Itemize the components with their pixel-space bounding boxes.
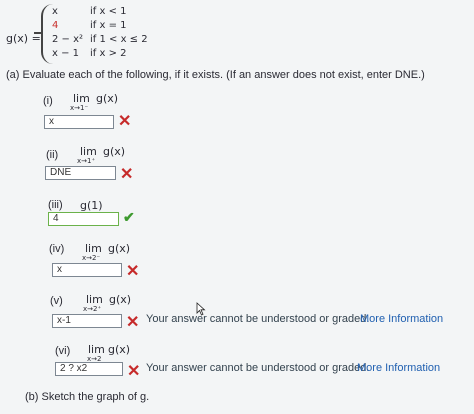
part-b-instruction: (b) Sketch the graph of g. <box>25 391 150 403</box>
item-v-func: g(x) <box>109 293 132 306</box>
x-mark-icon: ✕ <box>126 314 140 331</box>
item-iii-label: (iii) <box>48 199 63 211</box>
answer-input-iii[interactable]: 4 <box>48 212 119 226</box>
item-iv-func: g(x) <box>108 242 131 255</box>
answer-input-vi[interactable]: 2 ? x2 <box>55 362 123 376</box>
check-mark-icon: ✔ <box>123 209 135 225</box>
case-4-expr: x − 1 <box>52 48 80 59</box>
item-ii-func: g(x) <box>103 145 126 158</box>
item-iv-sub: x→2⁻ <box>82 254 101 262</box>
item-i-func: g(x) <box>96 92 119 105</box>
x-mark-icon: ✕ <box>118 113 132 130</box>
case-1-expr: x <box>52 6 58 17</box>
case-3-expr: 2 − x² <box>52 34 84 45</box>
item-v-label: (v) <box>50 295 63 307</box>
part-a-instruction: (a) Evaluate each of the following, if i… <box>6 69 425 81</box>
x-mark-icon: ✕ <box>127 363 141 380</box>
item-iv-label: (iv) <box>49 243 65 255</box>
case-2-cond: if x = 1 <box>90 20 127 31</box>
item-i-sub: x→1⁻ <box>70 104 89 112</box>
case-3-cond: if 1 < x ≤ 2 <box>90 34 148 45</box>
answer-input-v[interactable]: x-1 <box>52 314 122 328</box>
item-v-sub: x→2⁺ <box>83 305 102 313</box>
error-message-vi: Your answer cannot be understood or grad… <box>146 362 370 374</box>
case-2-expr: 4 <box>52 20 59 31</box>
answer-input-iv[interactable]: x <box>52 263 122 277</box>
case-4-cond: if x > 2 <box>90 48 127 59</box>
item-vi-func: g(x) <box>108 343 131 356</box>
answer-input-i[interactable]: x <box>44 115 114 129</box>
error-message-v: Your answer cannot be understood or grad… <box>146 313 370 325</box>
more-information-link-v[interactable]: More Information <box>360 313 443 325</box>
item-iii-func: g(1) <box>80 199 103 212</box>
item-ii-label: (ii) <box>46 149 59 161</box>
x-mark-icon: ✕ <box>126 263 140 280</box>
item-i-label: (i) <box>43 95 53 107</box>
more-information-link-vi[interactable]: More Information <box>357 362 440 374</box>
mouse-cursor-icon <box>196 302 206 316</box>
item-ii-sub: x→1⁺ <box>77 157 96 165</box>
item-vi-label: (vi) <box>55 345 71 357</box>
case-1-cond: if x < 1 <box>90 6 127 17</box>
answer-input-ii[interactable]: DNE <box>45 166 116 180</box>
x-mark-icon: ✕ <box>120 166 134 183</box>
